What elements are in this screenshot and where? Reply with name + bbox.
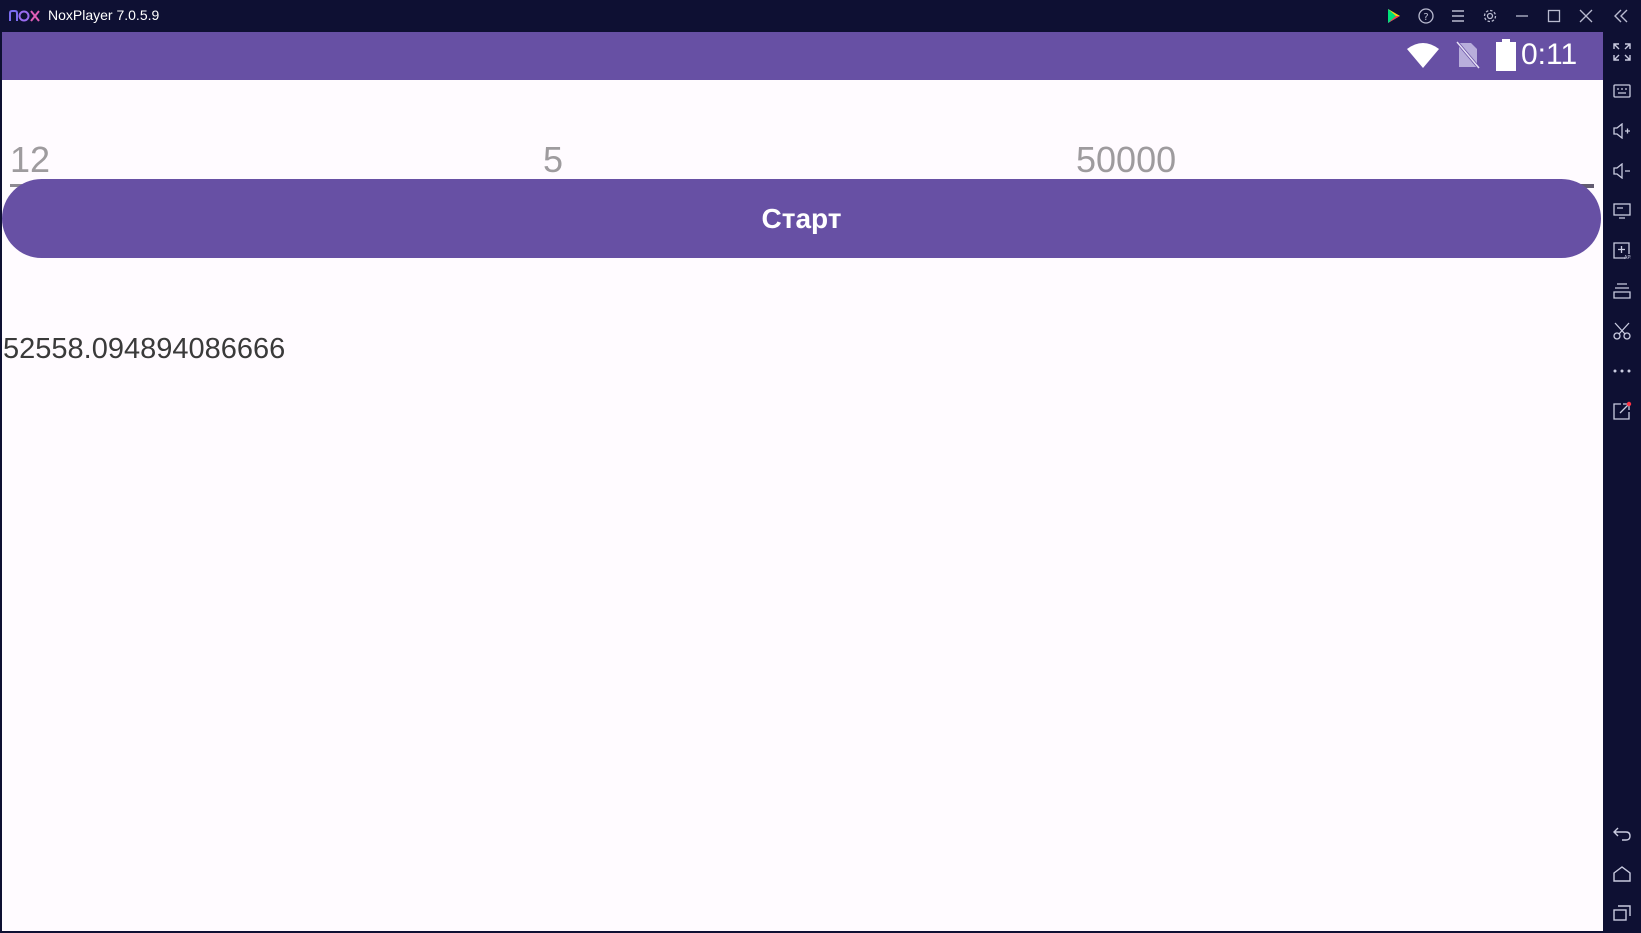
svg-text:APK: APK (1624, 255, 1631, 260)
emulator-title-bar: NoxPlayer 7.0.5.9 ? (0, 0, 1641, 32)
number-input-1[interactable] (10, 138, 526, 182)
number-input-2[interactable] (543, 138, 1060, 182)
input-field-1[interactable] (10, 102, 526, 188)
android-screen: 0:11 Старт 52558.094894086666 (2, 32, 1603, 931)
close-icon[interactable] (1576, 6, 1596, 26)
volume-down-icon[interactable] (1611, 160, 1633, 182)
volume-up-icon[interactable] (1611, 120, 1633, 142)
wifi-icon (1407, 43, 1439, 68)
collapse-sidebar-icon[interactable] (1611, 6, 1631, 26)
battery-icon (1496, 39, 1516, 71)
share-icon[interactable] (1611, 400, 1633, 422)
keyboard-icon[interactable] (1611, 80, 1633, 102)
number-input-3[interactable] (1076, 138, 1594, 182)
emulator-sidebar: APK (1603, 32, 1641, 933)
status-bar: 0:11 (2, 32, 1603, 80)
screenshot-cut-icon[interactable] (1611, 320, 1633, 342)
screen-icon[interactable] (1611, 200, 1633, 222)
menu-icon[interactable] (1448, 6, 1468, 26)
no-sim-icon (1456, 41, 1480, 69)
nox-logo (9, 10, 40, 22)
home-icon[interactable] (1611, 863, 1633, 885)
back-icon[interactable] (1611, 823, 1633, 845)
start-button[interactable]: Старт (2, 179, 1601, 258)
settings-icon[interactable] (1480, 6, 1500, 26)
input-field-2[interactable] (543, 102, 1060, 188)
status-clock: 0:11 (1521, 38, 1578, 71)
maximize-icon[interactable] (1544, 6, 1564, 26)
minimize-icon[interactable] (1512, 6, 1532, 26)
input-field-3[interactable] (1076, 102, 1594, 188)
add-apk-icon[interactable]: APK (1611, 240, 1633, 262)
play-store-icon[interactable] (1384, 6, 1404, 26)
result-text: 52558.094894086666 (3, 333, 286, 365)
recent-apps-icon[interactable] (1611, 902, 1633, 924)
help-icon[interactable]: ? (1416, 6, 1436, 26)
svg-text:?: ? (1423, 12, 1428, 23)
more-icon[interactable] (1611, 360, 1633, 382)
window-title: NoxPlayer 7.0.5.9 (48, 7, 160, 23)
fullscreen-icon[interactable] (1611, 41, 1633, 63)
multi-instance-icon[interactable] (1611, 280, 1633, 302)
